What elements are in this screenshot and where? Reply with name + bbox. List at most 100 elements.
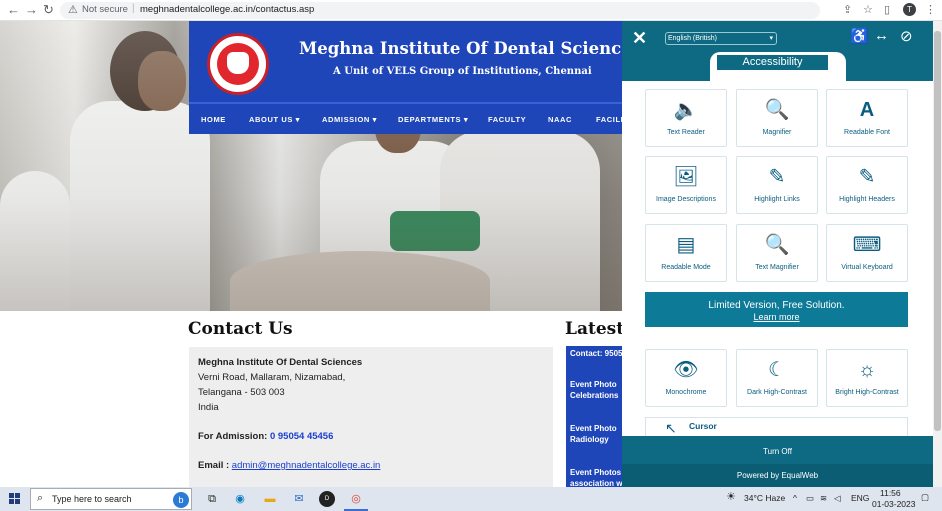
highlight-headers-button[interactable]: ✎ Highlight Headers [826, 156, 908, 214]
wifi-icon[interactable]: ≋ [820, 493, 827, 504]
highlight-links-button[interactable]: ✎ Highlight Links [736, 156, 818, 214]
news-item[interactable]: Celebrations [570, 390, 618, 401]
forward-icon[interactable]: → [25, 2, 38, 17]
college-logo[interactable] [207, 33, 269, 95]
panel-header: ✕ English (British) ▾ ♿ ↔ ⊘ Accessibility [622, 21, 933, 81]
task-view-icon[interactable]: ⧉ [204, 491, 220, 507]
network-icon[interactable]: ▭ [806, 493, 814, 504]
admission-phone[interactable]: 0 95054 45456 [270, 431, 333, 442]
menu-departments[interactable]: DEPARTMENTS ▾ [398, 115, 468, 124]
windows-start-icon[interactable] [9, 493, 21, 505]
menu-about-us[interactable]: ABOUT US ▾ [249, 115, 300, 124]
admission-contact: For Admission: 0 95054 45456 [198, 431, 334, 442]
windows-taskbar: ⌕ Type here to search b ⧉ ◉ ▬ ✉ D ◎ ☀ 34… [0, 487, 942, 511]
chrome-icon[interactable]: ◎ [348, 491, 364, 507]
accessibility-tab[interactable]: Accessibility [716, 54, 829, 71]
page-scrollbar[interactable] [933, 21, 942, 487]
virtual-keyboard-button[interactable]: ⌨ Virtual Keyboard [826, 224, 908, 282]
dell-icon[interactable]: D [319, 491, 335, 507]
site-banner: Meghna Institute Of Dental Sciences A Un… [189, 21, 641, 102]
accessibility-panel: ✕ English (British) ▾ ♿ ↔ ⊘ Accessibility… [622, 21, 933, 487]
news-item[interactable]: Radiology [570, 434, 609, 445]
side-panel-icon[interactable]: ▯ [884, 3, 890, 16]
clock-time[interactable]: 11:56 [880, 488, 901, 498]
bing-icon[interactable]: b [173, 492, 189, 508]
news-item[interactable]: Contact: 9505 [570, 348, 622, 359]
close-icon[interactable]: ✕ [632, 28, 647, 49]
browser-toolbar: ← → ↻ ⚠ Not secure | meghnadentalcollege… [0, 0, 942, 21]
moon-icon: ☾ [768, 359, 786, 381]
menu-admission[interactable]: ADMISSION ▾ [322, 115, 377, 124]
powered-by-link[interactable]: Powered by EqualWeb [622, 464, 933, 487]
language-select[interactable]: English (British) ▾ [665, 32, 777, 45]
profile-avatar[interactable]: T [903, 3, 916, 16]
text-magnifier-button[interactable]: 🔍 Text Magnifier [736, 224, 818, 282]
address-bar[interactable]: ⚠ Not secure | meghnadentalcollege.ac.in… [60, 2, 820, 19]
keyboard-icon: ⌨ [852, 234, 882, 256]
taskbar-search-input[interactable]: ⌕ Type here to search b [30, 488, 192, 510]
reload-icon[interactable]: ↻ [43, 2, 54, 18]
mail-icon[interactable]: ✉ [291, 491, 307, 507]
news-item[interactable]: Event Photos [570, 467, 621, 478]
url-separator: | [132, 3, 135, 14]
document-icon: ▤ [676, 234, 696, 256]
font-a-icon: A [859, 99, 875, 121]
weather-text[interactable]: 34°C Haze [744, 493, 785, 503]
email-link[interactable]: admin@meghnadentalcollege.ac.in [232, 460, 381, 471]
monochrome-button[interactable]: 👁 Monochrome [645, 349, 727, 407]
readable-mode-button[interactable]: ▤ Readable Mode [645, 224, 727, 282]
file-explorer-icon[interactable]: ▬ [262, 491, 278, 507]
speaker-icon: 🔈 [673, 99, 699, 121]
turn-off-button[interactable]: Turn Off [622, 436, 933, 464]
url-text[interactable]: meghnadentalcollege.ac.in/contactus.asp [140, 4, 314, 15]
back-icon[interactable]: ← [7, 2, 20, 17]
site-title: Meghna Institute Of Dental Sciences [299, 39, 642, 58]
news-item[interactable]: association wi [570, 478, 622, 487]
text-reader-button[interactable]: 🔈 Text Reader [645, 89, 727, 147]
share-icon[interactable]: ⇪ [843, 3, 852, 16]
institution-name: Meghna Institute Of Dental Sciences [198, 357, 363, 368]
edge-browser-icon[interactable]: ◉ [232, 491, 248, 507]
scrollbar-thumb[interactable] [934, 31, 941, 431]
readable-font-button[interactable]: A Readable Font [826, 89, 908, 147]
news-item[interactable]: Event Photo [570, 379, 617, 390]
latest-news-heading: Latest N [565, 319, 622, 339]
text-magnifier-icon: 🔍 [764, 234, 790, 256]
menu-facilities[interactable]: FACILI [596, 115, 623, 124]
site-subtitle: A Unit of VELS Group of Institutions, Ch… [333, 66, 592, 77]
move-panel-icon[interactable]: ↔ [874, 27, 889, 44]
clock-date[interactable]: 01-03-2023 [872, 499, 915, 509]
magnifier-icon: 🔍 [764, 99, 790, 121]
magnifier-button[interactable]: 🔍 Magnifier [736, 89, 818, 147]
weather-icon[interactable]: ☀ [726, 490, 736, 503]
hide-icon[interactable]: ⊘ [900, 27, 913, 45]
latest-news-list: Contact: 9505 Event Photo Celebrations E… [566, 346, 622, 487]
security-label: Not secure [82, 4, 128, 15]
search-icon: ⌕ [37, 492, 44, 504]
language-indicator[interactable]: ENG [851, 493, 869, 503]
learn-more-link[interactable]: Learn more [645, 312, 908, 322]
address-line: Verni Road, Mallaram, Nizamabad, [198, 372, 346, 383]
menu-home[interactable]: HOME [201, 115, 226, 124]
news-item[interactable]: Event Photo [570, 423, 617, 434]
promo-banner: Limited Version, Free Solution. Learn mo… [645, 292, 908, 327]
dark-high-contrast-button[interactable]: ☾ Dark High-Contrast [736, 349, 818, 407]
bookmark-star-icon[interactable]: ☆ [863, 3, 873, 16]
pen-link-icon: ✎ [768, 166, 786, 188]
bright-high-contrast-button[interactable]: ☼ Bright High-Contrast [826, 349, 908, 407]
address-line: India [198, 402, 219, 413]
promo-text: Limited Version, Free Solution. [708, 300, 845, 311]
menu-faculty[interactable]: FACULTY [488, 115, 526, 124]
notification-icon[interactable]: ▢ [921, 492, 929, 503]
warning-icon[interactable]: ⚠ [68, 3, 78, 16]
kebab-menu-icon[interactable]: ⋮ [925, 3, 936, 16]
chevron-up-icon[interactable]: ^ [793, 493, 797, 503]
main-menu: HOME ABOUT US ▾ ADMISSION ▾ DEPARTMENTS … [189, 102, 623, 134]
image-icon: 🖼 [673, 166, 699, 188]
cursor-option[interactable]: ↖ Cursor [645, 417, 908, 437]
address-line: Telangana - 503 003 [198, 387, 285, 398]
image-descriptions-button[interactable]: 🖼 Image Descriptions [645, 156, 727, 214]
menu-naac[interactable]: NAAC [548, 115, 572, 124]
volume-icon[interactable]: ◁ [834, 493, 841, 504]
accessibility-person-icon[interactable]: ♿ [850, 27, 869, 45]
